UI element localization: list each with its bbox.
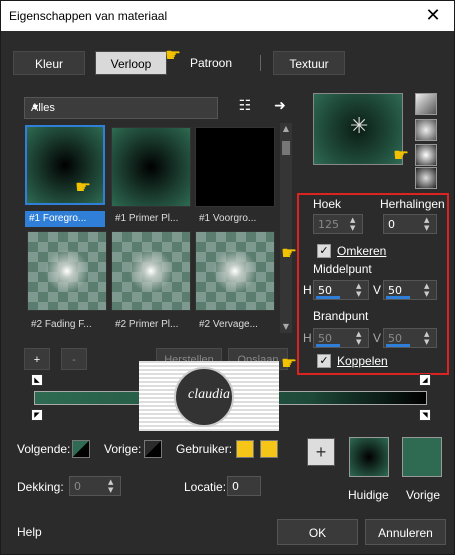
window-title: Eigenschappen van materiaal	[9, 9, 168, 23]
opacity-label: Dekking:	[17, 480, 64, 494]
previous-label: Vorige:	[104, 442, 142, 456]
scroll-up-icon[interactable]: ▲	[280, 123, 292, 135]
user-color-swatch[interactable]	[236, 440, 254, 458]
gradient-thumb-label: #1 Voorgro...	[199, 213, 257, 224]
pointing-hand-icon: ☛	[165, 45, 182, 66]
spin-arrows-icon[interactable]: ▲ ▼	[424, 216, 434, 232]
material-properties-dialog: Eigenschappen van materiaal ✕ Kleur Verl…	[0, 0, 455, 555]
spin-arrows-icon[interactable]: ▲ ▼	[356, 282, 366, 298]
focal-h-label: H	[303, 331, 312, 345]
add-gradient-button[interactable]: +	[24, 348, 50, 370]
spin-arrows-icon[interactable]: ▲ ▼	[424, 282, 434, 298]
top-stop-marker[interactable]: ◢	[419, 374, 431, 386]
focal-h-bar	[316, 344, 340, 347]
chevron-down-icon: ▼	[31, 102, 40, 112]
gradient-thumb[interactable]	[111, 127, 191, 207]
next-color-swatch[interactable]	[72, 440, 90, 458]
gradient-thumb-label: #2 Fading F...	[31, 319, 92, 330]
previous-color-swatch[interactable]	[144, 440, 162, 458]
spin-arrows-icon[interactable]: ▲ ▼	[108, 478, 118, 494]
gradient-thumb[interactable]	[27, 231, 107, 311]
focal-point-icon: ✳	[350, 114, 369, 139]
tab-textuur[interactable]: Textuur	[273, 51, 345, 75]
midpoint-h-label: H	[303, 283, 312, 297]
gallery-scrollbar[interactable]: ▲ ▼	[280, 123, 292, 333]
remove-gradient-button[interactable]: -	[61, 348, 87, 370]
current-label: Huidige	[348, 488, 389, 502]
radial-style-icon[interactable]	[415, 167, 437, 189]
focal-v-bar	[386, 344, 410, 347]
rectangular-style-icon[interactable]	[415, 119, 437, 141]
pointing-hand-icon: ☛	[281, 353, 298, 374]
pointing-hand-icon: ☛	[281, 243, 298, 264]
tab-verloop[interactable]: Verloop	[95, 51, 167, 75]
gradient-thumb[interactable]	[195, 127, 275, 207]
midpoint-v-bar	[386, 296, 410, 299]
invert-label: Omkeren	[337, 244, 387, 258]
close-icon[interactable]: ✕	[422, 5, 444, 27]
sunburst-style-icon[interactable]	[415, 144, 437, 166]
focal-point-label: Brandpunt	[313, 309, 369, 323]
location-field[interactable]: 0	[227, 476, 261, 496]
tab-divider	[260, 55, 261, 71]
gradient-thumb-label: #2 Vervage...	[199, 319, 258, 330]
spin-arrows-icon[interactable]: ▲ ▼	[356, 330, 366, 346]
pointing-hand-icon: ☛	[393, 145, 410, 166]
scroll-thumb[interactable]	[282, 141, 290, 155]
opacity-spinner[interactable]: 0 ▲ ▼	[69, 476, 121, 496]
focal-v-spinner[interactable]: 50 ▲ ▼	[383, 328, 437, 348]
spin-arrows-icon[interactable]: ▲ ▼	[424, 330, 434, 346]
location-label: Locatie:	[184, 480, 227, 494]
logo-text: claudia	[188, 387, 230, 402]
next-label: Volgende:	[17, 442, 71, 456]
bottom-stop-marker[interactable]: ◤	[31, 409, 43, 421]
top-stop-marker[interactable]: ◣	[31, 374, 43, 386]
focal-v-label: V	[373, 331, 382, 345]
tab-patroon[interactable]: Patroon	[175, 51, 247, 75]
gradient-thumb-label: #1 Primer Pl...	[115, 213, 179, 224]
gradient-thumb[interactable]	[111, 231, 191, 311]
list-view-icon[interactable]: ☷	[236, 97, 254, 115]
linear-style-icon[interactable]	[415, 93, 437, 115]
midpoint-h-bar	[316, 296, 340, 299]
user-label: Gebruiker:	[176, 442, 233, 456]
midpoint-v-label: V	[373, 283, 382, 297]
gradient-thumb[interactable]	[25, 125, 105, 205]
gradient-gallery: #1 Foregro... ☛ #1 Primer Pl... #1 Voorg…	[23, 123, 279, 333]
link-checkbox[interactable]: ✓	[317, 354, 331, 368]
pointing-hand-icon: ☛	[75, 177, 92, 198]
angle-spinner[interactable]: 125 ▲ ▼	[313, 214, 363, 234]
user-color-swatch[interactable]	[260, 440, 278, 458]
title-bar: Eigenschappen van materiaal ✕	[1, 1, 454, 31]
scroll-down-icon[interactable]: ▼	[280, 321, 292, 333]
add-to-swatches-button[interactable]: +	[307, 438, 335, 466]
gradient-preview[interactable]: ✳	[313, 93, 403, 165]
midpoint-label: Middelpunt	[313, 262, 372, 276]
invert-checkbox[interactable]: ✓	[317, 244, 331, 258]
category-dropdown[interactable]: Alles ▼	[24, 97, 218, 119]
gradient-thumb[interactable]	[195, 231, 275, 311]
gradient-thumb-label: #2 Primer Pl...	[115, 319, 179, 330]
focal-h-spinner[interactable]: 50 ▲ ▼	[313, 328, 369, 348]
repeats-spinner[interactable]: 0 ▲ ▼	[383, 214, 437, 234]
gradient-thumb-label: #1 Foregro...	[25, 211, 105, 227]
previous-gradient-swatch[interactable]	[402, 437, 442, 477]
ok-button[interactable]: OK	[277, 519, 358, 545]
watermark-logo: claudia	[139, 361, 279, 431]
previous-swatch-label: Vorige	[406, 488, 441, 502]
help-link[interactable]: Help	[17, 525, 42, 539]
current-gradient-swatch[interactable]	[349, 437, 389, 477]
bottom-stop-marker[interactable]: ◥	[419, 409, 431, 421]
arrow-right-icon[interactable]: ➜	[271, 97, 289, 115]
tab-kleur[interactable]: Kleur	[13, 51, 85, 75]
midpoint-h-spinner[interactable]: 50 ▲ ▼	[313, 280, 369, 300]
cancel-button[interactable]: Annuleren	[365, 519, 446, 545]
angle-label: Hoek	[313, 197, 342, 211]
repeats-label: Herhalingen	[380, 197, 445, 211]
spin-arrows-icon[interactable]: ▲ ▼	[350, 216, 360, 232]
link-label: Koppelen	[337, 354, 388, 368]
midpoint-v-spinner[interactable]: 50 ▲ ▼	[383, 280, 437, 300]
